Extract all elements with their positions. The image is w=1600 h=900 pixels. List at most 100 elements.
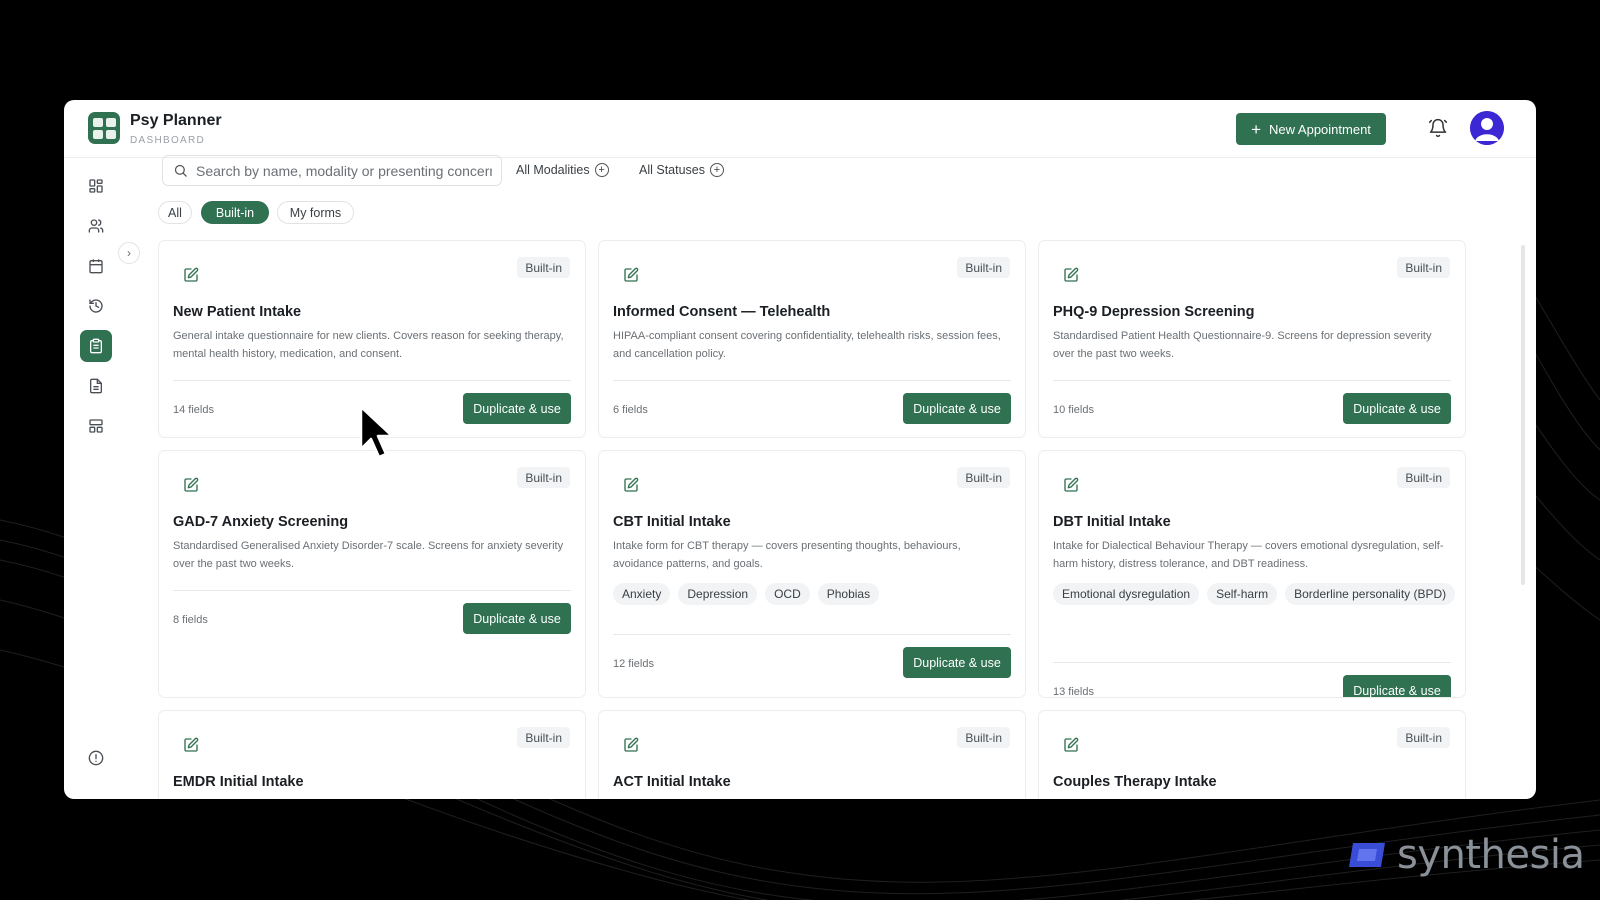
tag-list: Anxiety Depression OCD Phobias <box>613 583 1023 605</box>
calendar-icon <box>89 259 103 274</box>
card-divider <box>1053 380 1451 381</box>
form-title: New Patient Intake <box>173 304 302 320</box>
form-description: Standardised Patient Health Questionnair… <box>1053 330 1432 360</box>
built-in-badge: Built-in <box>1397 257 1450 278</box>
search-input[interactable] <box>196 162 492 179</box>
duplicate-and-use-button[interactable]: Duplicate & use <box>1343 675 1451 697</box>
synthesia-watermark: synthesia <box>1345 832 1585 878</box>
sidebar-item-calendar[interactable] <box>80 250 112 282</box>
built-in-badge: Built-in <box>957 257 1010 278</box>
sidebar: › <box>64 158 140 799</box>
sidebar-item-help[interactable] <box>80 742 112 774</box>
built-in-badge: Built-in <box>517 467 570 488</box>
plus-circle-icon: + <box>710 163 725 177</box>
tab-all[interactable]: All <box>158 201 192 224</box>
users-icon <box>88 219 104 233</box>
sidebar-collapse-button[interactable]: › <box>118 242 140 264</box>
duplicate-and-use-button[interactable]: Duplicate & use <box>463 393 571 424</box>
built-in-badge: Built-in <box>1397 727 1450 748</box>
duplicate-and-use-button[interactable]: Duplicate & use <box>903 393 1011 424</box>
chevron-right-icon: › <box>127 246 131 260</box>
form-description: Intake form for CBT therapy — covers pre… <box>613 540 961 570</box>
form-title: PHQ-9 Depression Screening <box>1053 304 1255 320</box>
synthesia-wordmark: synthesia <box>1397 832 1585 878</box>
duplicate-and-use-button[interactable]: Duplicate & use <box>463 603 571 634</box>
duplicate-and-use-button[interactable]: Duplicate & use <box>1343 393 1451 424</box>
edit-form-icon <box>1063 737 1079 753</box>
form-card[interactable]: Built-in PHQ-9 Depression Screening Standa… <box>1038 240 1466 438</box>
sidebar-item-forms[interactable] <box>80 330 112 362</box>
form-card[interactable]: Built-in GAD-7 Anxiety Screening Standardi… <box>158 450 586 698</box>
section-label: DASHBOARD <box>130 135 206 146</box>
app-logo <box>88 112 120 144</box>
modalities-filter-label: All Modalities <box>516 163 590 177</box>
new-appointment-button[interactable]: + New Appointment <box>1236 113 1386 145</box>
card-divider <box>173 380 571 381</box>
grid-icon <box>89 179 103 193</box>
modalities-filter[interactable]: All Modalities + <box>516 160 609 180</box>
sidebar-item-dashboard[interactable] <box>80 170 112 202</box>
built-in-badge: Built-in <box>1397 467 1450 488</box>
card-divider <box>173 590 571 591</box>
tab-my-forms[interactable]: My forms <box>277 201 354 224</box>
tag-chip: Self-harm <box>1207 583 1278 605</box>
built-in-badge: Built-in <box>957 727 1010 748</box>
form-card[interactable]: Built-in EMDR Initial Intake <box>158 710 586 799</box>
built-in-badge: Built-in <box>517 257 570 278</box>
edit-form-icon <box>623 477 639 493</box>
sidebar-item-history[interactable] <box>80 290 112 322</box>
form-title: EMDR Initial Intake <box>173 774 304 790</box>
search-box[interactable] <box>162 155 502 186</box>
edit-form-icon <box>183 267 199 283</box>
form-title: DBT Initial Intake <box>1053 514 1171 530</box>
sidebar-item-templates[interactable] <box>80 410 112 442</box>
document-icon <box>90 378 102 394</box>
built-in-badge: Built-in <box>957 467 1010 488</box>
edit-form-icon <box>623 737 639 753</box>
duplicate-and-use-button[interactable]: Duplicate & use <box>903 647 1011 678</box>
statuses-filter[interactable]: All Statuses + <box>639 160 725 180</box>
form-description: Standardised Generalised Anxiety Disorde… <box>173 540 564 570</box>
tag-chip: OCD <box>765 583 810 605</box>
form-card[interactable]: Built-in Couples Therapy Intake <box>1038 710 1466 799</box>
statuses-filter-label: All Statuses <box>639 163 706 177</box>
field-count: 12 fields <box>613 658 654 670</box>
form-title: Informed Consent — Telehealth <box>613 304 831 320</box>
field-count: 8 fields <box>173 614 208 626</box>
edit-form-icon <box>623 267 639 283</box>
form-title: ACT Initial Intake <box>613 774 731 790</box>
tab-built-in[interactable]: Built-in <box>201 201 269 224</box>
form-card[interactable]: Built-in ACT Initial Intake <box>598 710 1026 799</box>
form-card[interactable]: Built-in CBT Initial Intake Intake form fo… <box>598 450 1026 698</box>
tag-chip: Depression <box>678 583 758 605</box>
user-icon <box>1470 111 1504 145</box>
card-divider <box>1053 662 1451 663</box>
app-name: Psy Planner <box>130 112 222 129</box>
form-description: Intake for Dialectical Behaviour Therapy… <box>1053 540 1444 570</box>
info-icon <box>88 750 104 766</box>
form-title: CBT Initial Intake <box>613 514 731 530</box>
sidebar-item-documents[interactable] <box>80 370 112 402</box>
form-card[interactable]: Built-in DBT Initial Intake Intake for Dia… <box>1038 450 1466 698</box>
field-count: 14 fields <box>173 404 214 416</box>
avatar[interactable] <box>1470 111 1504 145</box>
edit-form-icon <box>1063 477 1079 493</box>
bell-icon[interactable] <box>1428 118 1448 138</box>
field-count: 10 fields <box>1053 404 1094 416</box>
scrollbar[interactable] <box>1521 245 1525 585</box>
search-icon <box>174 164 187 177</box>
form-card[interactable]: Built-in Informed Consent — Telehealth HIP… <box>598 240 1026 438</box>
sidebar-item-clients[interactable] <box>80 210 112 242</box>
edit-form-icon <box>183 737 199 753</box>
tag-chip: Emotional dysregulation <box>1053 583 1200 605</box>
form-description: HIPAA-compliant consent covering confide… <box>613 330 1001 360</box>
built-in-badge: Built-in <box>517 727 570 748</box>
layout-icon <box>89 419 103 433</box>
history-icon <box>89 299 103 313</box>
tag-chip: Borderline personality (BPD) <box>1285 583 1456 605</box>
tag-chip: Phobias <box>817 583 880 605</box>
form-description: General intake questionnaire for new cli… <box>173 330 564 360</box>
tag-list: Emotional dysregulation Self-harm Borderli… <box>1053 583 1463 605</box>
field-count: 13 fields <box>1053 686 1094 698</box>
new-appointment-label: New Appointment <box>1269 121 1371 137</box>
